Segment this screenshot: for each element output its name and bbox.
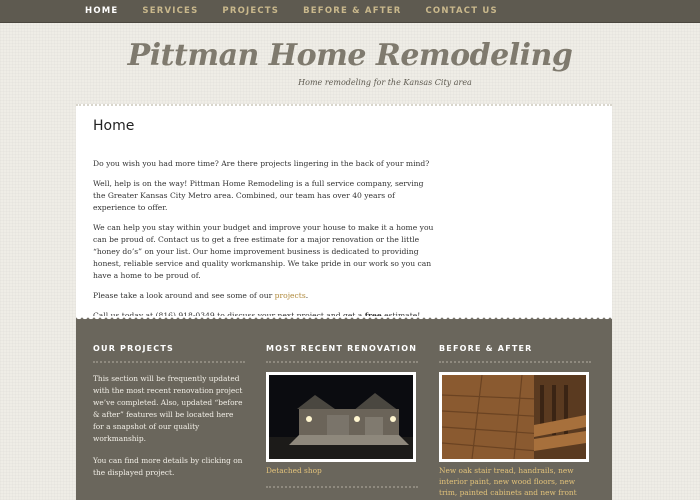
projects-link[interactable]: projects — [275, 291, 306, 300]
nav-projects[interactable]: PROJECTS — [222, 6, 279, 16]
our-projects-details: You can find more details by clicking on… — [93, 456, 243, 477]
projects-paragraph: Please take a look around and see some o… — [93, 290, 438, 302]
budget-paragraph: We can help you stay within your budget … — [93, 223, 434, 280]
nav-home[interactable]: HOME — [85, 6, 118, 16]
footer: OUR PROJECTS This section will be freque… — [76, 322, 612, 500]
nav-services[interactable]: SERVICES — [142, 6, 198, 16]
intro-paragraph: Do you wish you had more time? Are there… — [93, 159, 430, 168]
our-projects-text: This section will be frequently updated … — [93, 374, 243, 443]
before-after-heading: BEFORE & AFTER — [439, 344, 591, 363]
before-after-column: BEFORE & AFTER New oak stair tread, hand… — [439, 344, 591, 498]
nav-contact-us[interactable]: CONTACT US — [425, 6, 497, 16]
projects-paragraph-text: Please take a look around and see some o… — [93, 291, 275, 300]
recent-renovation-column: MOST RECENT RENOVATION Detached shop — [266, 344, 418, 488]
top-navigation: HOME SERVICES PROJECTS BEFORE & AFTER CO… — [0, 0, 700, 23]
detached-shop-caption[interactable]: Detached shop — [266, 465, 418, 476]
detached-shop-photo[interactable] — [266, 372, 416, 462]
our-projects-column: OUR PROJECTS This section will be freque… — [93, 344, 245, 479]
main-content: Home Do you wish you had more time? Are … — [76, 104, 612, 320]
our-projects-heading: OUR PROJECTS — [93, 344, 245, 363]
nav-before-after[interactable]: BEFORE & AFTER — [303, 6, 401, 16]
stairs-photo[interactable] — [439, 372, 589, 462]
detached-shop-image — [269, 375, 413, 459]
stairs-image — [442, 375, 586, 459]
projects-paragraph-end: . — [305, 291, 309, 300]
page-title: Home — [93, 118, 135, 134]
stairs-caption[interactable]: New oak stair tread, handrails, new inte… — [439, 465, 591, 498]
help-paragraph: Well, help is on the way! Pittman Home R… — [93, 179, 424, 212]
page-body: Do you wish you had more time? Are there… — [93, 158, 438, 330]
recent-divider — [266, 486, 418, 488]
recent-renovation-heading: MOST RECENT RENOVATION — [266, 344, 418, 363]
site-tagline: Home remodeling for the Kansas City area — [298, 78, 472, 87]
site-title[interactable]: Pittman Home Remodeling — [0, 38, 700, 73]
